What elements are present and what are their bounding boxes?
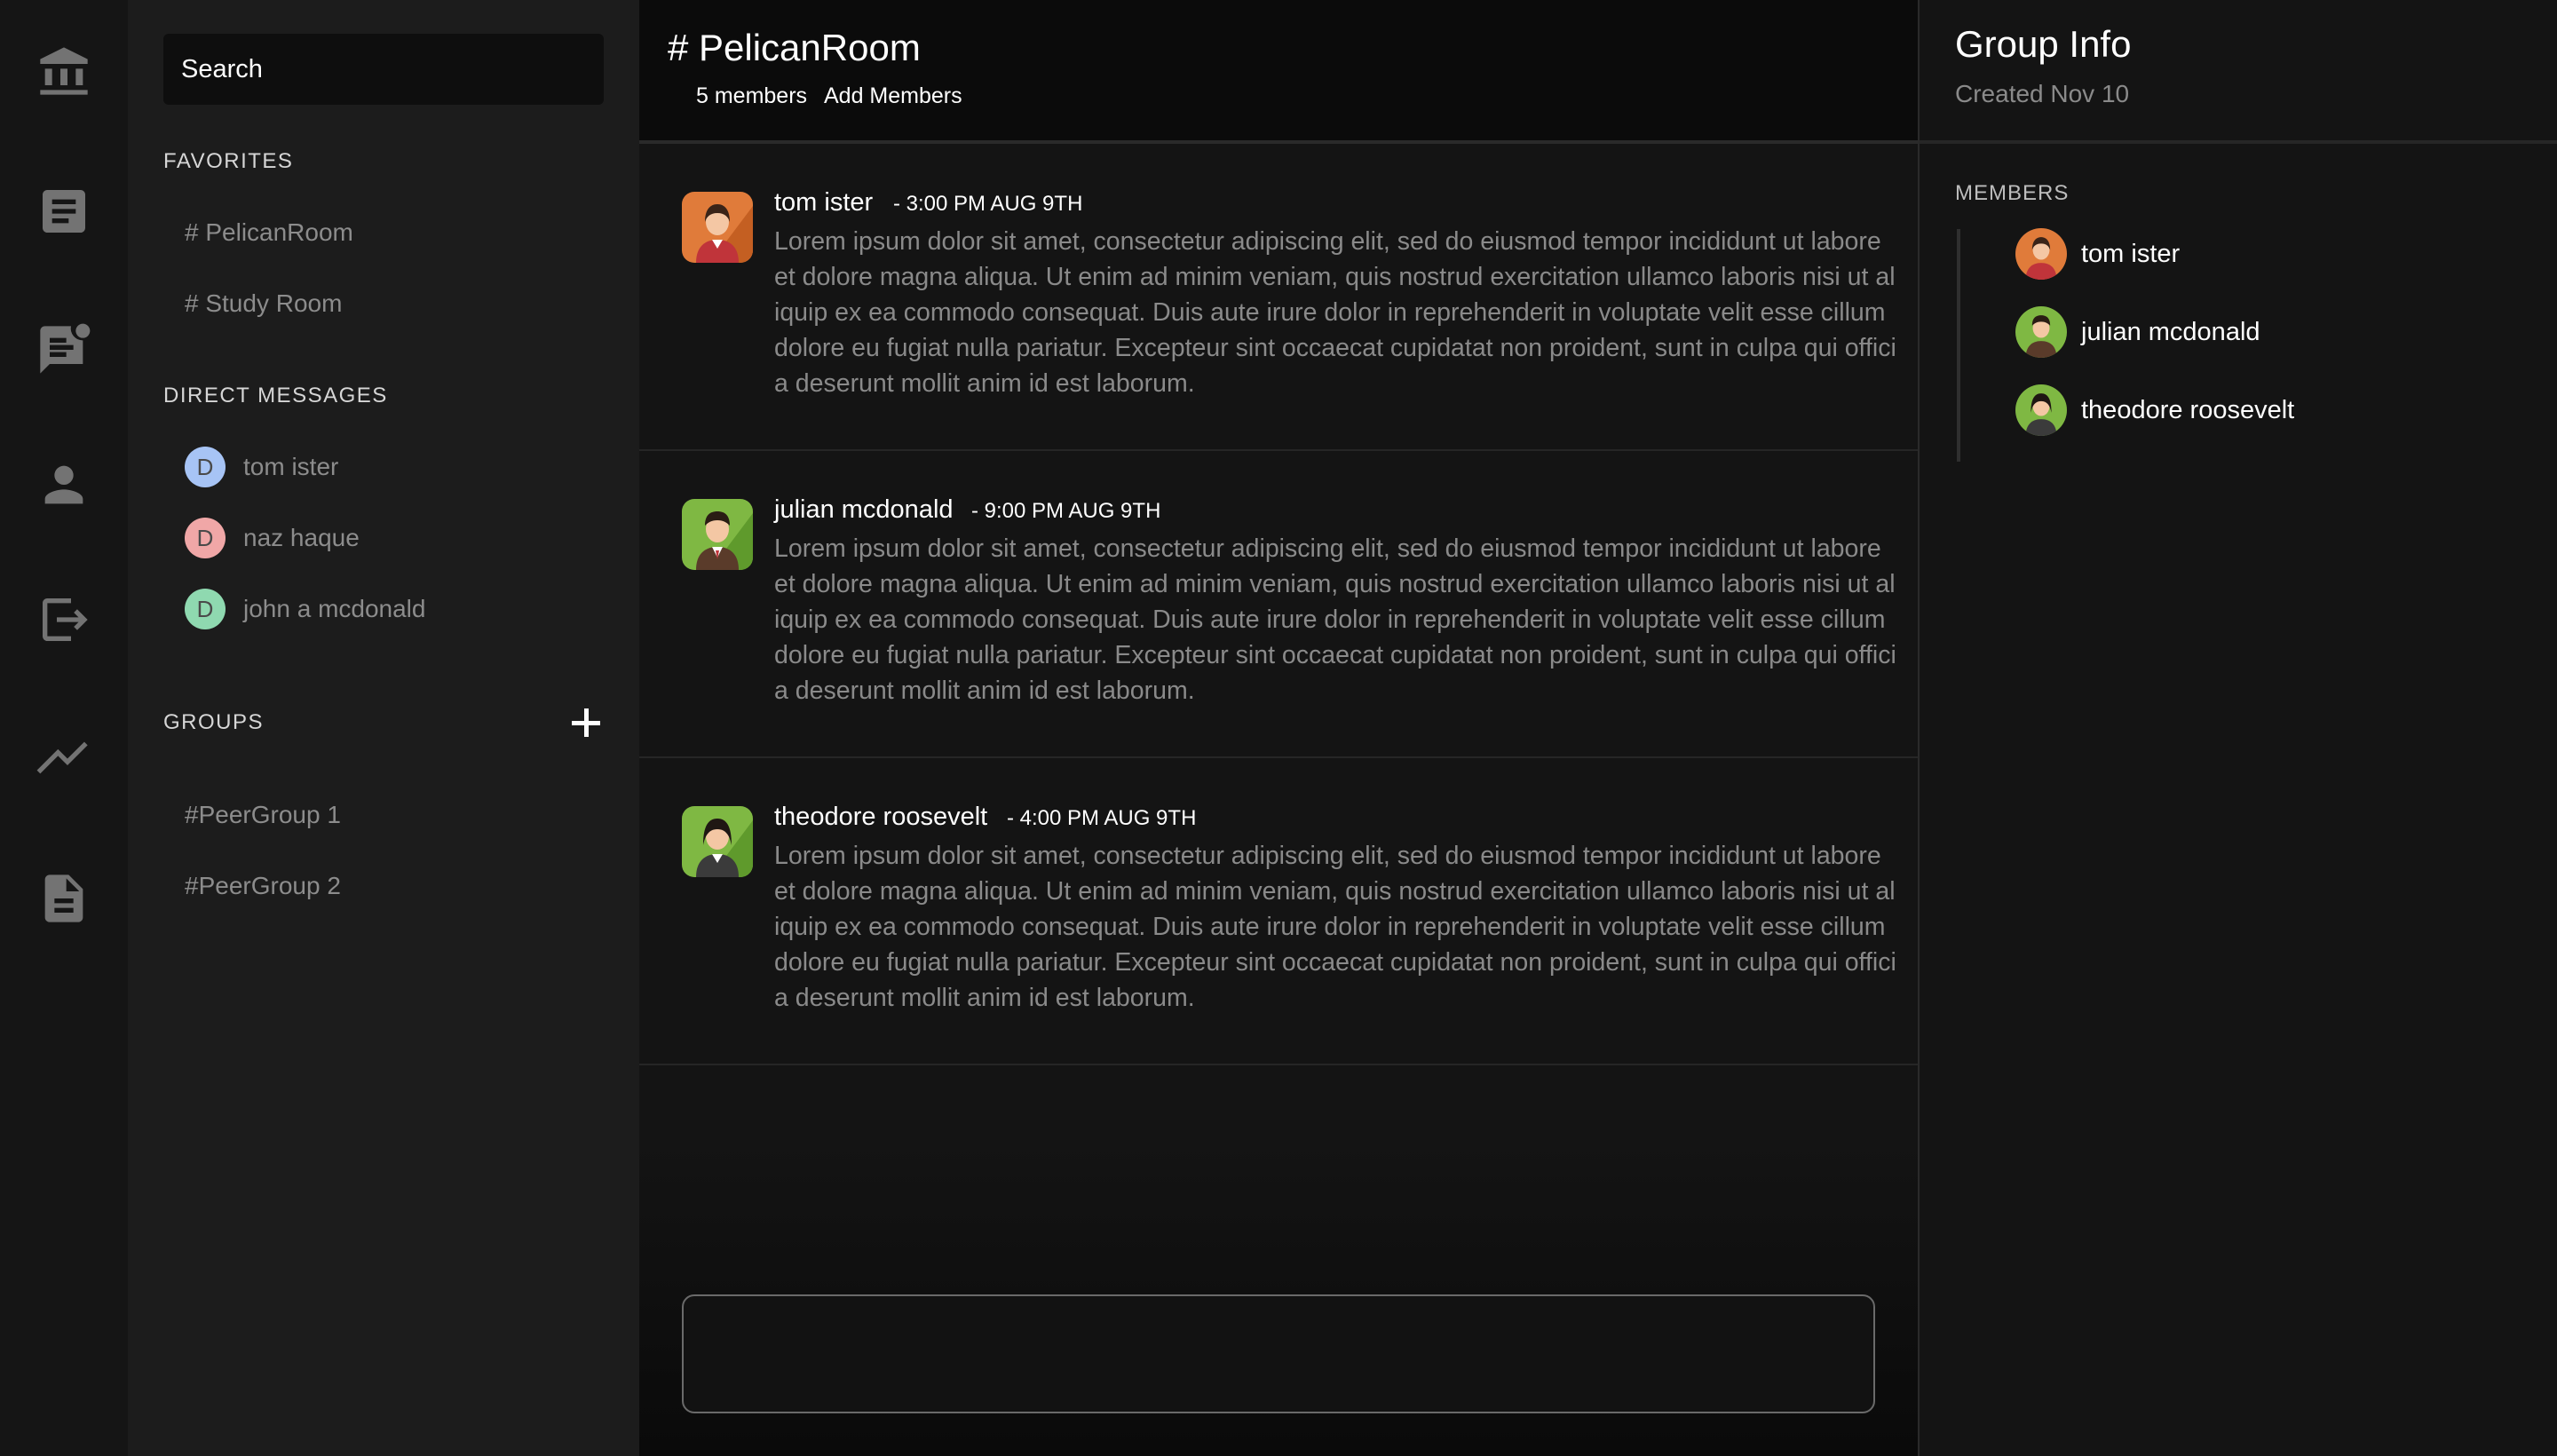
trending-icon[interactable]	[32, 726, 96, 790]
message-item: theodore roosevelt - 4:00 PM AUG 9TH Lor…	[639, 758, 1918, 1065]
member-item-theodore-roosevelt[interactable]: theodore roosevelt	[2015, 384, 2294, 437]
avatar	[682, 499, 753, 570]
dm-item-naz-haque[interactable]: D naz haque	[185, 517, 360, 559]
avatar	[682, 806, 753, 877]
document-icon[interactable]	[32, 179, 96, 243]
members-divider	[1957, 229, 1960, 462]
dm-name: naz haque	[243, 524, 360, 551]
sidebar: Search FAVORITES # PelicanRoom # Study R…	[128, 0, 639, 1456]
group-info-header: Group Info Created Nov 10	[1920, 0, 2557, 144]
message-item: julian mcdonald - 9:00 PM AUG 9TH Lorem …	[639, 451, 1918, 758]
dm-name: john a mcdonald	[243, 595, 426, 622]
group-info-panel: Group Info Created Nov 10 MEMBERS tom is…	[1918, 0, 2557, 1456]
search-label: Search	[181, 54, 263, 83]
message-author[interactable]: theodore roosevelt	[774, 803, 987, 832]
user-avatar-icon	[2015, 306, 2067, 358]
message-body: Lorem ipsum dolor sit amet, consectetur …	[774, 534, 1896, 705]
room-header: # PelicanRoom 5 members Add Members	[639, 0, 1918, 144]
avatar	[682, 192, 753, 263]
member-item-julian-mcdonald[interactable]: julian mcdonald	[2015, 305, 2260, 359]
user-avatar-icon	[682, 806, 753, 877]
group-created-date: Created Nov 10	[1955, 80, 2130, 107]
group-item-peergroup-1[interactable]: #PeerGroup 1	[185, 795, 341, 835]
dm-item-tom-ister[interactable]: D tom ister	[185, 446, 338, 488]
group-info-title: Group Info	[1955, 23, 2132, 65]
avatar	[2015, 228, 2067, 280]
avatar: D	[185, 589, 226, 629]
user-avatar-icon	[2015, 228, 2067, 280]
user-avatar-icon	[682, 192, 753, 263]
avatar	[2015, 384, 2067, 436]
groups-label: GROUPS	[163, 710, 265, 734]
message-input[interactable]	[682, 1294, 1875, 1413]
user-avatar-icon	[682, 499, 753, 570]
room-title: # PelicanRoom	[668, 27, 921, 68]
bank-icon[interactable]	[32, 39, 96, 103]
file-icon[interactable]	[32, 866, 96, 930]
logout-icon[interactable]	[32, 588, 96, 652]
user-avatar-icon	[2015, 384, 2067, 436]
member-count: 5 members	[696, 83, 808, 108]
message-timestamp: - 9:00 PM AUG 9TH	[971, 499, 1161, 523]
person-icon[interactable]	[32, 453, 96, 517]
avatar: D	[185, 447, 226, 487]
avatar: D	[185, 518, 226, 558]
message-timestamp: - 4:00 PM AUG 9TH	[1007, 806, 1197, 830]
chat-panel: # PelicanRoom 5 members Add Members tom …	[639, 0, 1918, 1456]
chat-icon[interactable]	[32, 318, 96, 382]
group-item-peergroup-2[interactable]: #PeerGroup 2	[185, 866, 341, 906]
message-body: Lorem ipsum dolor sit amet, consectetur …	[774, 842, 1896, 1012]
message-item: tom ister - 3:00 PM AUG 9TH Lorem ipsum …	[639, 144, 1918, 451]
dm-name: tom ister	[243, 453, 339, 480]
avatar	[2015, 306, 2067, 358]
message-author[interactable]: tom ister	[774, 188, 873, 218]
direct-messages-label: DIRECT MESSAGES	[163, 384, 388, 408]
message-body: Lorem ipsum dolor sit amet, consectetur …	[774, 227, 1896, 398]
favorite-item-study-room[interactable]: # Study Room	[185, 284, 342, 323]
nav-rail	[0, 0, 128, 1456]
search-input[interactable]: Search	[163, 34, 604, 105]
member-item-tom-ister[interactable]: tom ister	[2015, 227, 2180, 281]
dm-item-john-a-mcdonald[interactable]: D john a mcdonald	[185, 588, 425, 630]
member-name: tom ister	[2081, 239, 2181, 268]
members-label: MEMBERS	[1955, 181, 2070, 205]
favorites-label: FAVORITES	[163, 149, 294, 173]
member-name: julian mcdonald	[2081, 317, 2260, 346]
add-group-icon[interactable]	[566, 703, 606, 742]
favorite-item-pelicanroom[interactable]: # PelicanRoom	[185, 213, 353, 252]
message-timestamp: - 3:00 PM AUG 9TH	[893, 192, 1083, 216]
message-author[interactable]: julian mcdonald	[774, 495, 954, 525]
add-members-button[interactable]: Add Members	[824, 83, 962, 109]
member-name: theodore roosevelt	[2081, 395, 2295, 424]
